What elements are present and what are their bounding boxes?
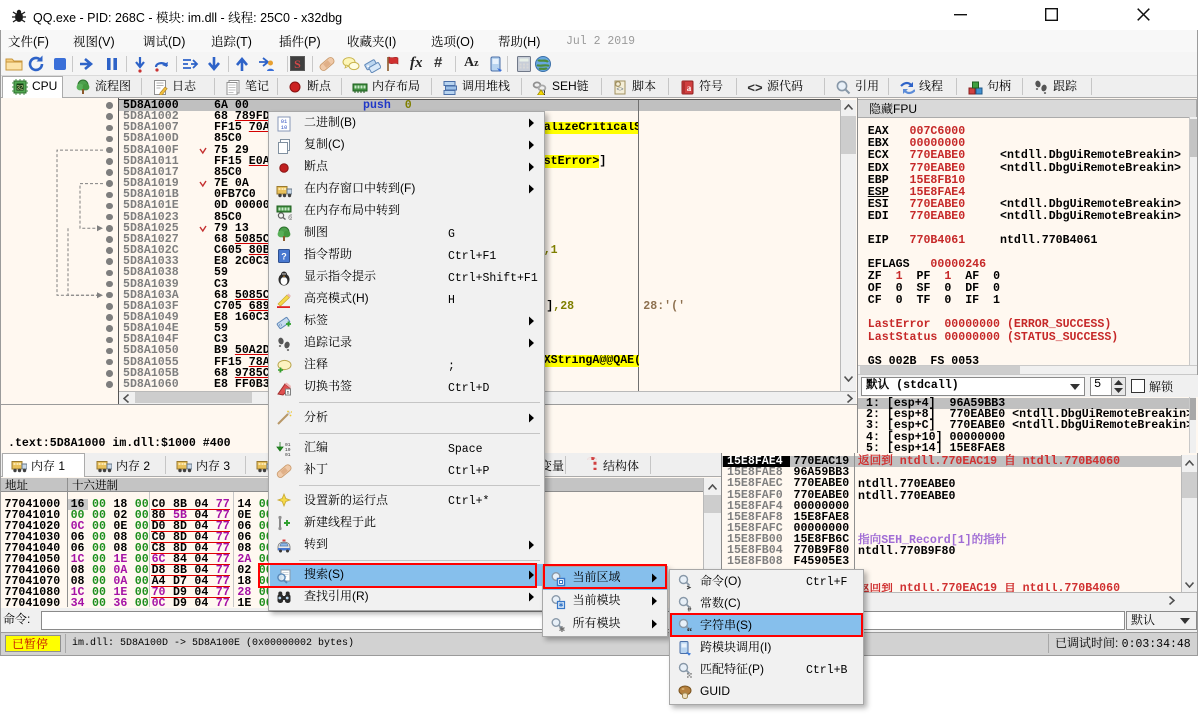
svg-text:✱: ✱ — [558, 624, 565, 633]
svg-text:✱: ✱ — [558, 600, 563, 609]
svg-text:!: ! — [544, 88, 546, 95]
svg-text:a: a — [687, 83, 692, 93]
svg-text:@: @ — [288, 212, 292, 220]
svg-text:10: 10 — [281, 124, 288, 131]
svg-text:n: n — [287, 389, 290, 396]
svg-text:?: ? — [281, 249, 287, 262]
svg-text:<>: <> — [747, 80, 763, 95]
svg-text:32: 32 — [17, 86, 24, 92]
svg-text:01: 01 — [285, 452, 291, 457]
svg-text:<>: <> — [616, 84, 624, 93]
svg-text:S: S — [294, 57, 301, 71]
svg-text:#: # — [688, 605, 692, 613]
